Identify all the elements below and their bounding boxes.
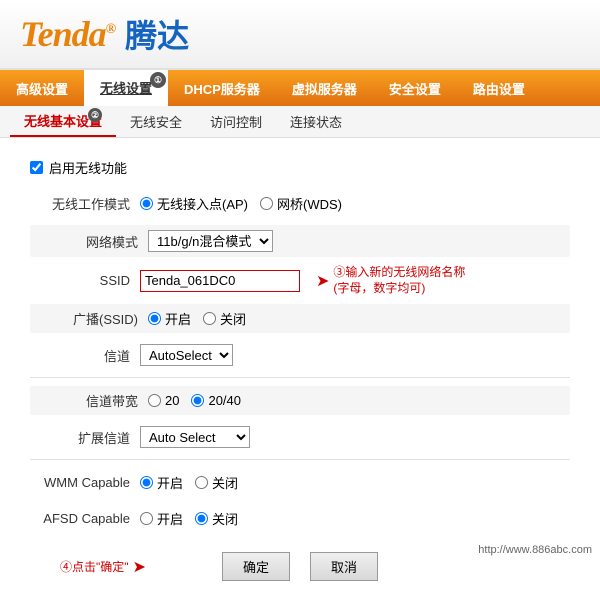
broadcast-row: 广播(SSID) 开启 关闭 (30, 304, 570, 333)
ext-channel-controls: Auto Select (140, 426, 250, 448)
ap-radio[interactable] (140, 197, 153, 210)
form-section: 启用无线功能 无线工作模式 无线接入点(AP) 网桥(WDS) 网络模式 1 (30, 158, 570, 581)
sub-nav: 无线基本设置 ② 无线安全 访问控制 连接状态 (0, 106, 600, 138)
confirm-button[interactable]: 确定 (222, 552, 290, 581)
channel-bw-label: 信道带宽 (38, 391, 148, 410)
network-mode-label: 网络模式 (38, 232, 148, 251)
work-mode-controls: 无线接入点(AP) 网桥(WDS) (140, 194, 342, 213)
nav-bar: 高级设置 无线设置 ① DHCP服务器 虚拟服务器 安全设置 路由设置 (0, 70, 600, 106)
ext-channel-select[interactable]: Auto Select (140, 426, 250, 448)
bottom-arrow: ➤ (133, 557, 146, 577)
nav-item-advanced[interactable]: 高级设置 (0, 70, 84, 106)
nav-item-dhcp[interactable]: DHCP服务器 (168, 70, 276, 106)
work-mode-label: 无线工作模式 (30, 194, 140, 213)
enable-row: 启用无线功能 (30, 158, 570, 177)
wmm-label: WMM Capable (30, 475, 140, 490)
header: Tenda® 腾达 (0, 0, 600, 70)
nav-item-route[interactable]: 路由设置 (457, 70, 541, 106)
broadcast-on-label[interactable]: 开启 (148, 309, 191, 328)
nav-marker-1: ① (150, 72, 166, 88)
channel-row: 信道 AutoSelect (30, 341, 570, 369)
subnav-security[interactable]: 无线安全 (116, 106, 196, 137)
afsd-on-label[interactable]: 开启 (140, 509, 183, 528)
enable-wireless-label[interactable]: 启用无线功能 (49, 158, 127, 177)
broadcast-controls: 开启 关闭 (148, 309, 246, 328)
broadcast-on-radio[interactable] (148, 312, 161, 325)
ssid-input[interactable] (140, 270, 300, 292)
channel-bw-row: 信道带宽 20 20/40 (30, 386, 570, 415)
wmm-controls: 开启 关闭 (140, 473, 238, 492)
afsd-row: AFSD Capable 开启 关闭 (30, 504, 570, 532)
ssid-label: SSID (30, 273, 140, 288)
channel-label: 信道 (30, 346, 140, 365)
logo-chinese: 腾达 (125, 11, 189, 57)
afsd-off-label[interactable]: 关闭 (195, 509, 238, 528)
network-mode-controls: 11b/g/n混合模式 (148, 230, 273, 252)
content-area: 启用无线功能 无线工作模式 无线接入点(AP) 网桥(WDS) 网络模式 1 (0, 138, 600, 596)
ext-channel-row: 扩展信道 Auto Select (30, 423, 570, 451)
wmm-on-label[interactable]: 开启 (140, 473, 183, 492)
wmm-on-radio[interactable] (140, 476, 153, 489)
footer-url: http://www.886abc.com (478, 544, 592, 556)
nav-item-virtual[interactable]: 虚拟服务器 (276, 70, 373, 106)
subnav-status[interactable]: 连接状态 (276, 106, 356, 137)
wmm-off-radio[interactable] (195, 476, 208, 489)
trademark: ® (106, 22, 115, 37)
work-mode-row: 无线工作模式 无线接入点(AP) 网桥(WDS) (30, 189, 570, 217)
subnav-marker-2: ② (88, 108, 102, 122)
bottom-annotation-text: ④点击"确定" (60, 558, 129, 575)
enable-wireless-checkbox[interactable] (30, 161, 43, 174)
broadcast-label: 广播(SSID) (38, 309, 148, 328)
wds-radio[interactable] (260, 197, 273, 210)
ssid-annotation: ➤ ③输入新的无线网络名称(字母，数字均可) (316, 265, 465, 296)
subnav-basic[interactable]: 无线基本设置 ② (10, 106, 116, 137)
cancel-button[interactable]: 取消 (310, 552, 378, 581)
channel-bw-controls: 20 20/40 (148, 393, 241, 408)
wmm-row: WMM Capable 开启 关闭 (30, 468, 570, 496)
ssid-controls: ➤ ③输入新的无线网络名称(字母，数字均可) (140, 265, 465, 296)
bottom-annotation: ④点击"确定" ➤ (60, 557, 146, 577)
ext-channel-label: 扩展信道 (30, 428, 140, 447)
separator-2 (30, 459, 570, 460)
button-row: ④点击"确定" ➤ 确定 取消 (30, 552, 570, 581)
ssid-row: SSID ➤ ③输入新的无线网络名称(字母，数字均可) (30, 265, 570, 296)
afsd-label: AFSD Capable (30, 511, 140, 526)
separator-1 (30, 377, 570, 378)
bw20-radio[interactable] (148, 394, 161, 407)
channel-controls: AutoSelect (140, 344, 233, 366)
logo-tenda: Tenda® (20, 13, 115, 55)
wds-radio-label[interactable]: 网桥(WDS) (260, 194, 342, 213)
wmm-off-label[interactable]: 关闭 (195, 473, 238, 492)
nav-item-security[interactable]: 安全设置 (373, 70, 457, 106)
channel-select[interactable]: AutoSelect (140, 344, 233, 366)
network-mode-row: 网络模式 11b/g/n混合模式 (30, 225, 570, 257)
subnav-access[interactable]: 访问控制 (196, 106, 276, 137)
nav-item-wireless[interactable]: 无线设置 ① (84, 70, 168, 106)
broadcast-off-radio[interactable] (203, 312, 216, 325)
ap-radio-label[interactable]: 无线接入点(AP) (140, 194, 248, 213)
bw2040-radio[interactable] (191, 394, 204, 407)
bw20-label[interactable]: 20 (148, 393, 179, 408)
network-mode-select[interactable]: 11b/g/n混合模式 (148, 230, 273, 252)
afsd-controls: 开启 关闭 (140, 509, 238, 528)
afsd-on-radio[interactable] (140, 512, 153, 525)
ssid-arrow: ➤ (316, 271, 329, 291)
afsd-off-radio[interactable] (195, 512, 208, 525)
ssid-annotation-text: ③输入新的无线网络名称(字母，数字均可) (333, 265, 465, 296)
broadcast-off-label[interactable]: 关闭 (203, 309, 246, 328)
bw2040-label[interactable]: 20/40 (191, 393, 241, 408)
